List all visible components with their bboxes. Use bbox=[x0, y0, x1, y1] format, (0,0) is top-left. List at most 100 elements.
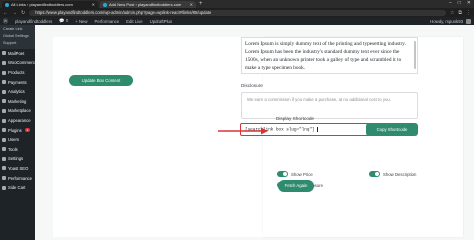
update-box-content-button[interactable]: Update Box Content bbox=[69, 75, 133, 86]
sidebar-item-label: Tools bbox=[8, 146, 18, 152]
woocommerce-icon bbox=[2, 60, 6, 65]
back-arrow-icon[interactable]: ← bbox=[3, 10, 8, 16]
fetch-again-button[interactable]: Fetch Again bbox=[278, 180, 314, 192]
marketing-icon bbox=[2, 99, 6, 104]
sidebar-item-label: Side Cart bbox=[8, 185, 26, 191]
extensions-icon[interactable]: ⧉ bbox=[458, 10, 462, 16]
forward-arrow-icon[interactable]: → bbox=[12, 10, 17, 16]
sidebar-item-label: Users bbox=[8, 137, 19, 143]
sidebar-item-label: Performance bbox=[8, 175, 32, 181]
sidebar-item-marketing[interactable]: Marketing bbox=[0, 97, 35, 107]
toggle-label: Show Description bbox=[383, 171, 417, 177]
sidebar-item-plugins[interactable]: Plugins 1 bbox=[0, 125, 35, 135]
browser-extension-icons: ☆ ⧉ ⋮ bbox=[450, 10, 471, 16]
admin-bar-site[interactable]: playandfindtoddlers bbox=[15, 19, 52, 24]
disclosure-field[interactable]: We earn a commission if you make a purch… bbox=[241, 92, 418, 119]
browser-tab-add-new-post[interactable]: Add New Post ‹ playandfindtoddlers.com ✕ bbox=[100, 1, 196, 8]
text-cursor bbox=[316, 127, 318, 132]
sidebar-item-label: Products bbox=[8, 70, 25, 76]
sidebar-item-label: Analytics bbox=[8, 89, 25, 95]
sidebar-item-label: Marketplace bbox=[8, 108, 31, 114]
description-textarea[interactable]: Lorem Ipsum is simply dummy text of the … bbox=[241, 37, 418, 74]
toggle-switch[interactable] bbox=[369, 171, 380, 177]
admin-bar-comments[interactable]: 💬 0 bbox=[59, 18, 68, 24]
star-icon[interactable]: ☆ bbox=[450, 10, 454, 16]
sidebar-item-tools[interactable]: Tools bbox=[0, 145, 35, 155]
sidebar-item-label: Yoast SEO bbox=[8, 165, 29, 171]
admin-bar-edit-live[interactable]: Edit Live bbox=[126, 19, 142, 24]
marketplace-icon bbox=[2, 108, 6, 113]
copy-shortcode-button[interactable]: Copy Shortcode bbox=[366, 123, 418, 136]
toggle-switch[interactable] bbox=[277, 171, 288, 177]
site-favicon-icon bbox=[103, 2, 107, 7]
left-panel bbox=[53, 37, 273, 237]
address-bar[interactable]: https://www.playandfindtoddlers.com/wp-a… bbox=[29, 9, 446, 16]
scrollbar[interactable] bbox=[414, 41, 416, 69]
shortcode-label: Display Shortcode bbox=[276, 116, 315, 121]
red-arrow-annotation bbox=[218, 127, 268, 135]
close-tab-icon[interactable]: ✕ bbox=[190, 2, 193, 7]
sidebar-item-mailpoet[interactable]: MailPoet bbox=[0, 49, 35, 59]
mailpoet-icon bbox=[2, 51, 6, 56]
maximize-icon[interactable]: □ bbox=[458, 0, 461, 7]
sidebar-item-analytics[interactable]: Analytics bbox=[0, 87, 35, 97]
tools-icon bbox=[2, 147, 6, 152]
sidebar-item-label: Plugins bbox=[8, 127, 22, 133]
tab-title: Add New Post ‹ playandfindtoddlers.com bbox=[109, 2, 182, 7]
tab-title: All Links ‹ playandfindtoddlers.com bbox=[11, 2, 73, 7]
close-tab-icon[interactable]: ✕ bbox=[92, 2, 95, 7]
sidebar-subitem-global-settings[interactable]: Global Settings bbox=[0, 33, 35, 40]
minimize-icon[interactable]: – bbox=[449, 0, 452, 7]
toggle-show-description[interactable]: Show Description bbox=[369, 171, 416, 177]
admin-bar-new[interactable]: + New bbox=[75, 19, 87, 24]
howdy-text: Howdy, rspunk93 bbox=[430, 18, 463, 24]
sidebar-item-payments[interactable]: Payments bbox=[0, 77, 35, 87]
users-icon bbox=[2, 137, 6, 142]
sidebar-item-woocommerce[interactable]: WooCommerce bbox=[0, 58, 38, 68]
sidebar-item-label: WooCommerce bbox=[8, 60, 38, 66]
menu-icon[interactable]: ⋮ bbox=[466, 10, 471, 16]
browser-toolbar: ← → ↻ https://www.playandfindtoddlers.co… bbox=[0, 8, 474, 17]
sidebar-subitem-create-link[interactable]: Create Link bbox=[0, 26, 35, 33]
yoast-icon bbox=[2, 166, 6, 171]
disclosure-label: Disclosure bbox=[241, 83, 263, 88]
new-tab-button[interactable]: + bbox=[199, 1, 203, 8]
sidebar-item-label: Payments bbox=[8, 79, 27, 85]
admin-bar-performance[interactable]: Performance bbox=[95, 19, 120, 24]
sidebar-item-performance[interactable]: Performance1 bbox=[0, 173, 37, 183]
avatar bbox=[466, 18, 471, 24]
products-icon bbox=[2, 70, 6, 75]
disclosure-placeholder: We earn a commission if you make a purch… bbox=[247, 97, 391, 102]
reload-icon[interactable]: ↻ bbox=[21, 10, 25, 16]
admin-sidebar: Create Link Global Settings Support Mail… bbox=[0, 25, 38, 240]
sidebar-subitem-support[interactable]: Support bbox=[0, 40, 35, 47]
wordpress-logo-icon[interactable]: Ⓦ bbox=[3, 18, 8, 25]
sidebar-item-marketplace[interactable]: Marketplace bbox=[0, 106, 35, 116]
appearance-icon bbox=[2, 118, 6, 123]
sidebar-item-appearance[interactable]: Appearance bbox=[0, 116, 35, 126]
analytics-icon bbox=[2, 89, 6, 94]
comments-count: 0 bbox=[65, 18, 69, 23]
toggle-show-price[interactable]: Show Price bbox=[277, 171, 313, 177]
sidebar-item-label: Settings bbox=[8, 156, 24, 162]
close-window-icon[interactable]: ✕ bbox=[467, 0, 471, 7]
browser-tab-all-links[interactable]: All Links ‹ playandfindtoddlers.com ✕ bbox=[2, 1, 98, 8]
site-favicon-icon bbox=[5, 2, 9, 7]
window-controls: – □ ✕ bbox=[449, 0, 471, 7]
sidebar-item-side-cart[interactable]: Side Cart bbox=[0, 183, 35, 193]
sidebar-item-label: MailPoet bbox=[8, 50, 25, 56]
sidebar-item-products[interactable]: Products bbox=[0, 68, 35, 78]
sidebar-submenu: Create Link Global Settings Support bbox=[0, 25, 35, 49]
sidebar-item-users[interactable]: Users bbox=[0, 135, 35, 145]
cart-icon bbox=[2, 185, 6, 190]
sidebar-item-yoast-seo[interactable]: Yoast SEO bbox=[0, 164, 35, 174]
plugins-icon bbox=[2, 128, 6, 133]
admin-bar-account[interactable]: Howdy, rspunk93 bbox=[430, 18, 471, 24]
toggle-label: Show Price bbox=[291, 171, 313, 177]
wp-admin-bar: Ⓦ playandfindtoddlers 💬 0 + New Performa… bbox=[0, 17, 474, 25]
sidebar-item-label: Appearance bbox=[8, 118, 31, 124]
browser-tab-strip: All Links ‹ playandfindtoddlers.com ✕ Ad… bbox=[0, 0, 474, 8]
sidebar-item-settings[interactable]: Settings bbox=[0, 154, 35, 164]
sidebar-item-label: Marketing bbox=[8, 98, 27, 104]
admin-bar-updraftplus[interactable]: UpdraftPlus bbox=[150, 19, 172, 24]
